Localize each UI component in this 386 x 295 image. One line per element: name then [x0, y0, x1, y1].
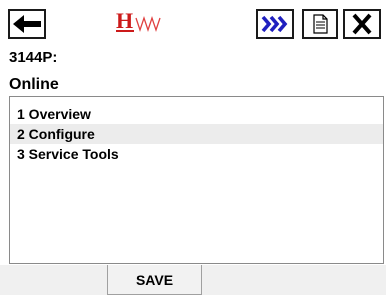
app-logo: H — [114, 6, 184, 40]
menu-item-configure[interactable]: 2 Configure — [10, 124, 383, 144]
menu-item-service-tools[interactable]: 3 Service Tools — [10, 144, 383, 164]
connection-status: Online — [9, 76, 59, 93]
document-button[interactable] — [302, 9, 338, 39]
close-button[interactable] — [343, 9, 381, 39]
back-button[interactable] — [8, 9, 46, 39]
save-button[interactable]: SAVE — [107, 265, 202, 295]
svg-text:H: H — [116, 8, 133, 33]
document-icon — [313, 14, 328, 34]
close-icon — [352, 13, 372, 35]
device-tag: 3144P: — [9, 49, 58, 66]
menu-list: 1 Overview 2 Configure 3 Service Tools — [9, 96, 384, 264]
arrow-left-icon — [13, 15, 41, 33]
menu-item-overview[interactable]: 1 Overview — [10, 104, 383, 124]
fast-forward-icon — [261, 15, 288, 33]
next-button[interactable] — [256, 9, 294, 39]
